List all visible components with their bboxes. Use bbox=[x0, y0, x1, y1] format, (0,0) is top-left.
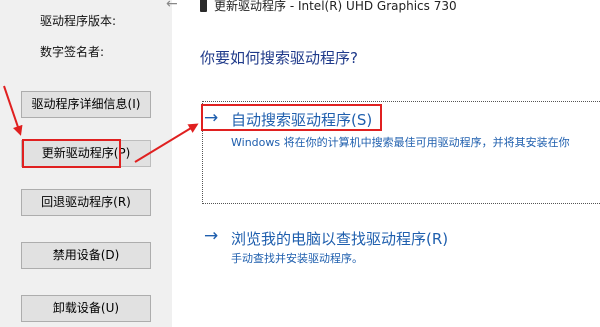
browse-description: 手动查找并安装驱动程序。 bbox=[231, 252, 363, 265]
driver-properties-panel: 驱动程序版本: 数字签名者: 驱动程序详细信息(I) 更新驱动程序(P) 回退驱… bbox=[0, 0, 172, 327]
update-driver-button[interactable]: 更新驱动程序(P) bbox=[21, 140, 151, 167]
digital-signer-label: 数字签名者: bbox=[40, 45, 105, 59]
driver-details-button[interactable]: 驱动程序详细信息(I) bbox=[21, 91, 151, 118]
back-arrow-icon[interactable]: ← bbox=[166, 0, 178, 12]
disable-device-button[interactable]: 禁用设备(D) bbox=[21, 242, 151, 269]
auto-search-option[interactable]: 自动搜索驱动程序(S) bbox=[231, 109, 372, 130]
browse-computer-option[interactable]: 浏览我的电脑以查找驱动程序(R) bbox=[231, 228, 448, 249]
auto-search-description: Windows 将在你的计算机中搜索最佳可用驱动程序，并将其安装在你 bbox=[231, 136, 570, 149]
dialog-title: 更新驱动程序 - Intel(R) UHD Graphics 730 bbox=[214, 0, 457, 13]
driver-version-label: 驱动程序版本: bbox=[40, 14, 117, 28]
rollback-driver-button[interactable]: 回退驱动程序(R) bbox=[21, 189, 151, 216]
display-adapter-icon bbox=[200, 0, 207, 12]
browse-arrow-icon: → bbox=[204, 226, 219, 246]
update-driver-dialog: ← 更新驱动程序 - Intel(R) UHD Graphics 730 你要如… bbox=[166, 0, 600, 327]
auto-search-arrow-icon: → bbox=[204, 108, 219, 128]
search-question-heading: 你要如何搜索驱动程序? bbox=[200, 49, 358, 67]
uninstall-device-button[interactable]: 卸载设备(U) bbox=[21, 295, 151, 322]
